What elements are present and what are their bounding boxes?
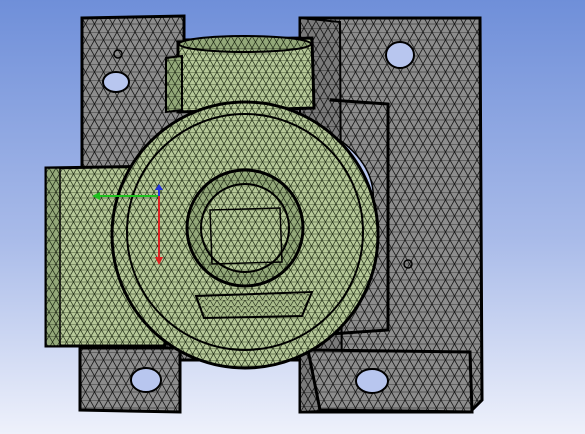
mesh-model-view[interactable] [0,0,585,434]
graphics-viewport[interactable] [0,0,585,434]
